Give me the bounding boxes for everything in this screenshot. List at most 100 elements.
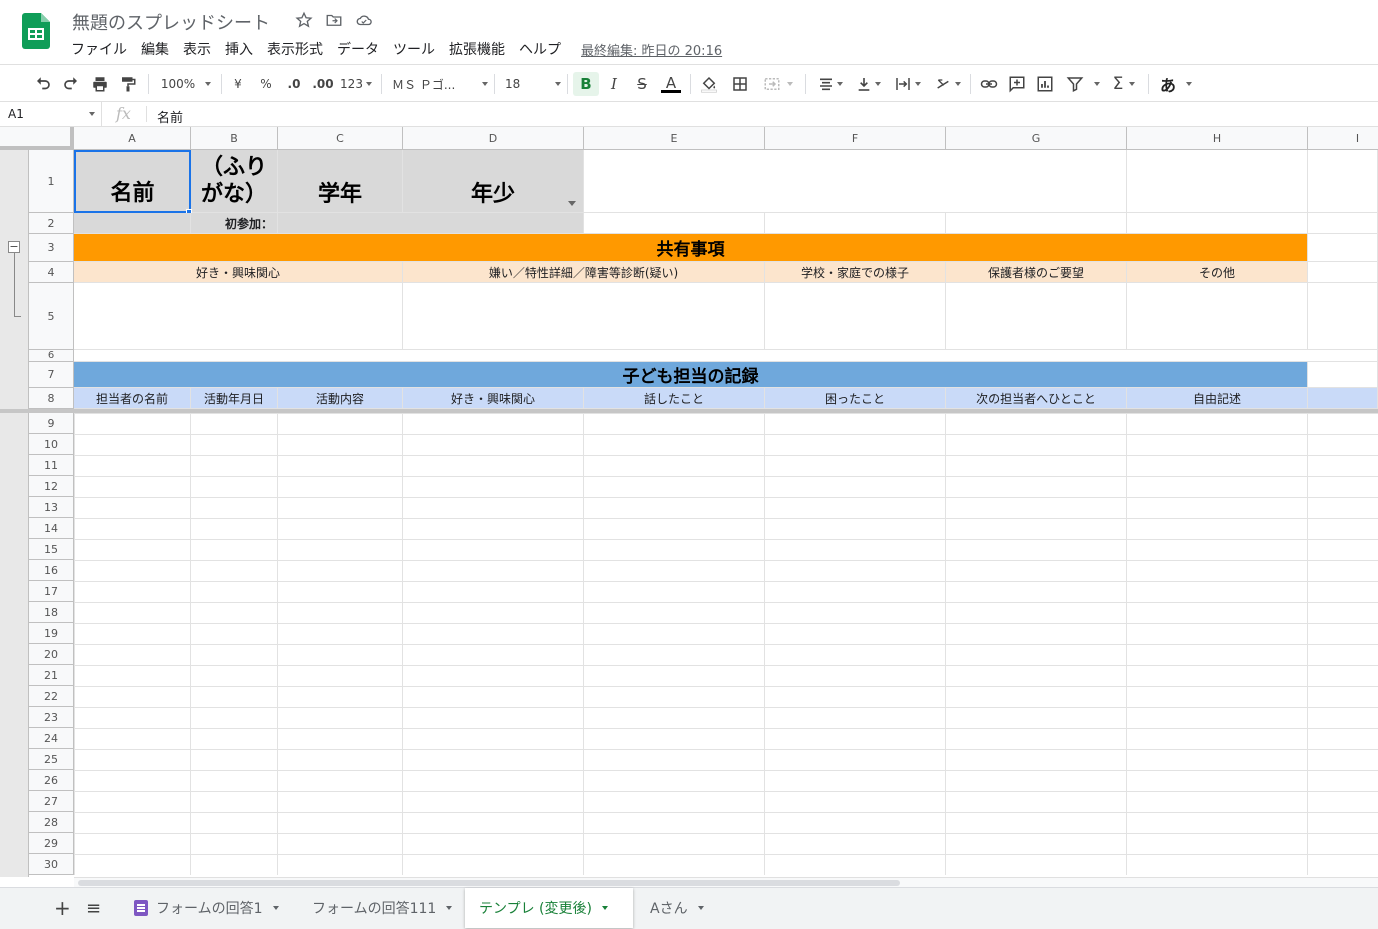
row-header-11[interactable]: 11 xyxy=(29,455,74,476)
shared-school-home-input[interactable] xyxy=(765,283,946,350)
record-col-next-note[interactable]: 次の担当者へひとこと xyxy=(946,388,1127,409)
font-family-select[interactable]: ＭＳ Ｐゴ... xyxy=(392,72,488,96)
row-header-16[interactable]: 16 xyxy=(29,560,74,581)
menu-format[interactable]: 表示形式 xyxy=(267,39,323,59)
record-col-activity[interactable]: 活動内容 xyxy=(278,388,403,409)
record-col-troubles[interactable]: 困ったこと xyxy=(765,388,946,409)
sheets-logo-icon[interactable] xyxy=(22,13,50,49)
horizontal-align-icon[interactable] xyxy=(814,72,846,96)
insert-comment-icon[interactable] xyxy=(1006,72,1028,96)
borders-icon[interactable] xyxy=(730,72,750,96)
cell-c2[interactable] xyxy=(278,213,584,234)
document-title[interactable]: 無題のスプレッドシート xyxy=(72,9,270,35)
vertical-align-icon[interactable] xyxy=(852,72,884,96)
menu-view[interactable]: 表示 xyxy=(183,39,211,59)
increase-decimal-button[interactable]: .00 xyxy=(311,72,335,96)
row-header-1[interactable]: 1 xyxy=(29,150,74,213)
shared-dislikes-input[interactable] xyxy=(403,283,765,350)
record-col-talked[interactable]: 話したこと xyxy=(584,388,765,409)
row-header-8[interactable]: 8 xyxy=(29,388,74,409)
horizontal-scroll-thumb[interactable] xyxy=(78,880,900,886)
cell-i8[interactable] xyxy=(1308,388,1378,409)
row-header-28[interactable]: 28 xyxy=(29,812,74,833)
menu-edit[interactable]: 編集 xyxy=(141,39,169,59)
merge-cells-icon[interactable] xyxy=(758,72,798,96)
move-folder-icon[interactable] xyxy=(325,11,343,29)
row-header-22[interactable]: 22 xyxy=(29,686,74,707)
shared-guardian-input[interactable] xyxy=(946,283,1127,350)
zoom-select[interactable]: 100% xyxy=(158,72,214,96)
font-size-select[interactable]: 18 xyxy=(505,72,561,96)
record-col-free-text[interactable]: 自由記述 xyxy=(1127,388,1308,409)
shared-col-other[interactable]: その他 xyxy=(1127,262,1308,283)
cell-h2[interactable] xyxy=(1127,213,1308,234)
row-header-7[interactable]: 7 xyxy=(29,362,74,388)
more-formats-button[interactable]: 123 xyxy=(338,72,374,96)
filter-icon[interactable] xyxy=(1062,72,1104,96)
empty-cell-area[interactable] xyxy=(74,413,1378,875)
cell-f2[interactable] xyxy=(765,213,946,234)
shared-col-school-home[interactable]: 学校・家庭での様子 xyxy=(765,262,946,283)
dropdown-arrow-icon[interactable] xyxy=(568,201,576,206)
row-header-14[interactable]: 14 xyxy=(29,518,74,539)
row-header-9[interactable]: 9 xyxy=(29,413,74,434)
row-header-13[interactable]: 13 xyxy=(29,497,74,518)
record-col-interests[interactable]: 好き・興味関心 xyxy=(403,388,584,409)
row-header-24[interactable]: 24 xyxy=(29,728,74,749)
cell-a2[interactable] xyxy=(74,213,191,234)
name-box[interactable]: A1 xyxy=(0,102,102,126)
shared-col-dislikes-traits[interactable]: 嫌い／特性詳細／障害等診断(疑い) xyxy=(403,262,765,283)
row-header-23[interactable]: 23 xyxy=(29,707,74,728)
input-tools-button[interactable]: あ xyxy=(1156,72,1196,96)
spreadsheet-grid[interactable]: A B C D E F G H I 1 2 3 4 5 6 7 8 9 10 1… xyxy=(0,127,1378,877)
print-icon[interactable] xyxy=(90,72,110,96)
row-header-25[interactable]: 25 xyxy=(29,749,74,770)
group-collapse-button[interactable]: − xyxy=(8,241,20,253)
row-header-17[interactable]: 17 xyxy=(29,581,74,602)
record-col-date[interactable]: 活動年月日 xyxy=(191,388,278,409)
row-header-5[interactable]: 5 xyxy=(29,283,74,350)
row-6-spacer[interactable] xyxy=(74,350,1378,362)
cell-e1[interactable] xyxy=(584,150,1127,213)
sheet-tab-form-responses-1[interactable]: フォームの回答1 xyxy=(120,888,293,928)
col-header-a[interactable]: A xyxy=(74,127,191,150)
text-color-button[interactable]: A xyxy=(660,72,682,96)
text-wrap-icon[interactable] xyxy=(890,72,924,96)
row-header-29[interactable]: 29 xyxy=(29,833,74,854)
cell-i7[interactable] xyxy=(1308,362,1378,388)
col-header-g[interactable]: G xyxy=(946,127,1127,150)
insert-link-icon[interactable] xyxy=(978,72,1000,96)
select-all-corner[interactable] xyxy=(0,127,74,150)
fill-color-icon[interactable] xyxy=(698,72,720,96)
decrease-decimal-button[interactable]: .0 xyxy=(283,72,305,96)
row-header-4[interactable]: 4 xyxy=(29,262,74,283)
cell-c1-grade-label[interactable]: 学年 xyxy=(278,150,403,213)
menu-tools[interactable]: ツール xyxy=(393,39,435,59)
cloud-status-icon[interactable] xyxy=(355,11,373,29)
row-header-12[interactable]: 12 xyxy=(29,476,74,497)
shared-col-interests[interactable]: 好き・興味関心 xyxy=(74,262,403,283)
menu-data[interactable]: データ xyxy=(337,39,379,59)
record-col-staff-name[interactable]: 担当者の名前 xyxy=(74,388,191,409)
bold-button[interactable]: B xyxy=(573,72,599,96)
row-header-15[interactable]: 15 xyxy=(29,539,74,560)
col-header-i[interactable]: I xyxy=(1308,127,1378,150)
shared-other-input[interactable] xyxy=(1127,283,1308,350)
row-header-6[interactable]: 6 xyxy=(29,350,74,362)
shared-col-guardian-requests[interactable]: 保護者様のご要望 xyxy=(946,262,1127,283)
cell-i2[interactable] xyxy=(1308,213,1378,234)
redo-icon[interactable] xyxy=(61,72,81,96)
last-edit-link[interactable]: 最終編集: 昨日の 20:16 xyxy=(581,40,722,59)
row-header-19[interactable]: 19 xyxy=(29,623,74,644)
cell-i1[interactable] xyxy=(1308,150,1378,213)
col-header-b[interactable]: B xyxy=(191,127,278,150)
menu-insert[interactable]: 挿入 xyxy=(225,39,253,59)
col-header-e[interactable]: E xyxy=(584,127,765,150)
percent-format-button[interactable]: % xyxy=(258,72,274,96)
functions-icon[interactable]: Σ xyxy=(1108,72,1140,96)
undo-icon[interactable] xyxy=(33,72,53,96)
currency-format-button[interactable]: ¥ xyxy=(230,72,246,96)
formula-input[interactable]: 名前 xyxy=(157,107,183,126)
cell-a1-name-label[interactable]: 名前 xyxy=(74,150,191,213)
col-header-c[interactable]: C xyxy=(278,127,403,150)
